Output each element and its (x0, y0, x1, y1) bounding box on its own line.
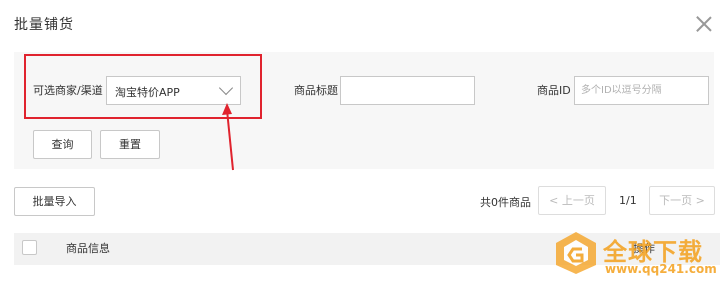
batch-import-button[interactable]: 批量导入 (14, 187, 95, 216)
merchant-label: 可选商家/渠道 (33, 84, 103, 97)
close-icon[interactable] (696, 16, 712, 32)
product-id-input[interactable] (574, 76, 709, 105)
query-button[interactable]: 查询 (33, 130, 92, 159)
product-title-label: 商品标题 (294, 84, 338, 97)
merchant-select-value: 淘宝特价APP (115, 86, 180, 99)
total-count: 共0件商品 (480, 196, 531, 209)
product-id-label: 商品ID (537, 84, 571, 97)
select-all-checkbox[interactable] (22, 240, 37, 255)
page-indicator: 1/1 (619, 194, 637, 207)
chevron-down-icon (218, 80, 234, 96)
dialog-title: 批量铺货 (14, 17, 74, 33)
merchant-select[interactable]: 淘宝特价APP (106, 76, 241, 105)
product-title-input[interactable] (340, 76, 475, 105)
column-header-operation: 操作 (633, 242, 655, 255)
prev-page-button[interactable]: < 上一页 (538, 186, 606, 215)
next-page-button[interactable]: 下一页 > (649, 186, 715, 215)
reset-button[interactable]: 重置 (100, 130, 160, 159)
column-header-goods: 商品信息 (66, 242, 110, 255)
dialog-header: 批量铺货 (0, 0, 725, 50)
table-header (14, 233, 720, 265)
